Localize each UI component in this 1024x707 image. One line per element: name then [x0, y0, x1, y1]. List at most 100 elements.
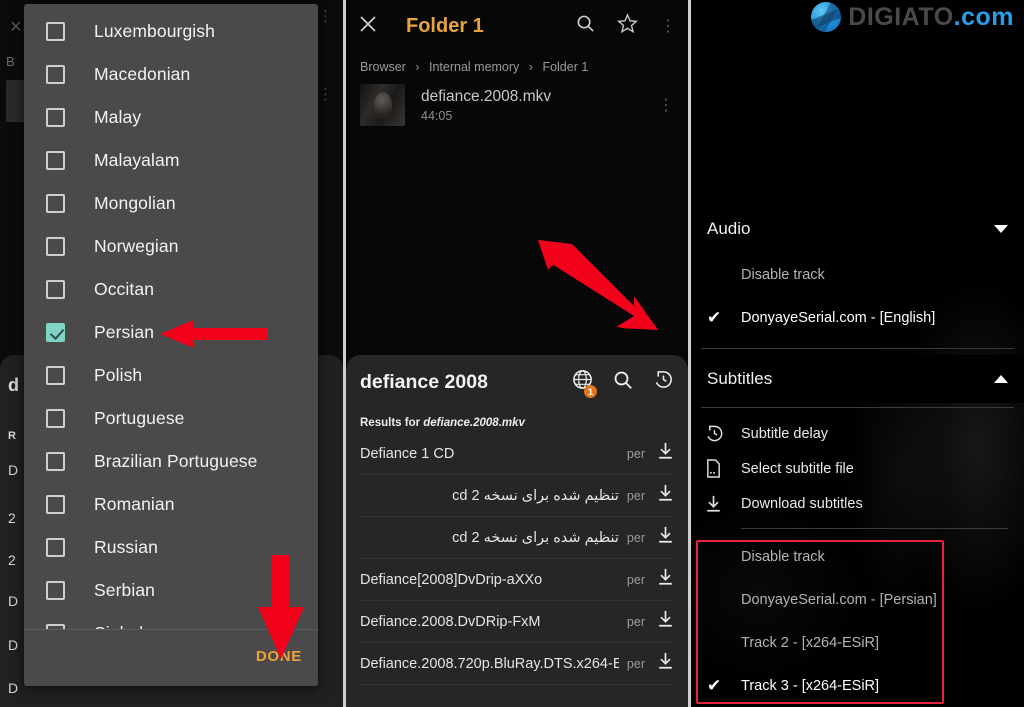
subtitles-menu-label: Download subtitles: [741, 495, 863, 512]
audio-section-header[interactable]: Audio: [691, 205, 1024, 253]
subtitles-menu-item[interactable]: Select subtitle file: [691, 451, 1024, 486]
history-icon[interactable]: [653, 369, 674, 395]
results-for-prefix: Results for: [360, 417, 424, 429]
subtitle-track-row[interactable]: Track 2 - [x264-ESiR]: [691, 621, 1024, 664]
language-checkbox[interactable]: [46, 108, 65, 127]
file-meta: defiance.2008.mkv 44:05: [421, 88, 658, 123]
language-row[interactable]: Luxembourgish: [24, 10, 318, 53]
search-icon[interactable]: [613, 370, 633, 395]
subtitle-result-language: per: [626, 572, 645, 587]
file-name: defiance.2008.mkv: [421, 87, 552, 105]
language-list[interactable]: Luxembourgish Macedonian Malay Malayalam Mon…: [24, 4, 318, 629]
download-icon[interactable]: [657, 652, 674, 675]
chevron-down-icon[interactable]: [994, 225, 1008, 233]
language-row[interactable]: Norwegian: [24, 225, 318, 268]
red-arrow-download-annotation: [538, 240, 658, 330]
globe-icon[interactable]: 1: [572, 369, 597, 398]
language-label: Luxembourgish: [94, 21, 215, 41]
subtitles-top-divider: [701, 407, 1014, 408]
track-check-icon: ✔: [707, 307, 722, 327]
language-checkbox[interactable]: [46, 280, 65, 299]
subtitle-result-name: تنظیم شده برای نسخه 2 cd: [452, 529, 619, 546]
subtitle-track-row[interactable]: ✔ Track 3 - [x264-ESiR]: [691, 664, 1024, 707]
audio-track-label: DonyayeSerial.com - [English]: [741, 309, 936, 326]
language-row[interactable]: Polish: [24, 354, 318, 397]
download-icon[interactable]: [657, 568, 674, 591]
language-row[interactable]: Romanian: [24, 483, 318, 526]
subtitle-result-name: Defiance.2008.720p.BluRay.DTS.x264-ESiR: [360, 655, 619, 672]
language-row[interactable]: Macedonian: [24, 53, 318, 96]
subtitle-track-label: Track 3 - [x264-ESiR]: [741, 677, 880, 694]
language-checkbox[interactable]: [46, 237, 65, 256]
language-label: Portuguese: [94, 408, 185, 428]
subtitle-result-row[interactable]: Defiance 1 CD per: [360, 433, 674, 475]
language-checkbox[interactable]: [46, 323, 65, 342]
download-icon[interactable]: [657, 610, 674, 633]
subtitle-track-row[interactable]: DonyayeSerial.com - [Persian]: [691, 578, 1024, 621]
language-checkbox[interactable]: [46, 495, 65, 514]
language-checkbox[interactable]: [46, 409, 65, 428]
subtitles-section-title: Subtitles: [707, 369, 773, 388]
subtitle-track-row[interactable]: Disable track: [691, 535, 1024, 578]
audio-track-row[interactable]: Disable track: [691, 253, 1024, 296]
star-icon[interactable]: [616, 13, 639, 39]
subtitle-result-row[interactable]: تنظیم شده برای نسخه 2 cd per: [360, 517, 674, 559]
language-row[interactable]: Mongolian: [24, 182, 318, 225]
subtitle-result-row[interactable]: Defiance.2008.DvDRip-FxM per: [360, 601, 674, 643]
language-checkbox[interactable]: [46, 452, 65, 471]
subtitle-search-title: defiance 2008: [360, 370, 488, 393]
subtitles-menu-item[interactable]: Subtitle delay: [691, 416, 1024, 451]
subtitle-result-row[interactable]: تنظیم شده برای نسخه 2 cd per: [360, 475, 674, 517]
audio-track-label: Disable track: [741, 266, 825, 283]
breadcrumb-item-1[interactable]: Internal memory: [429, 60, 519, 74]
language-checkbox[interactable]: [46, 581, 65, 600]
breadcrumb-item-2[interactable]: Folder 1: [542, 60, 588, 74]
subtitle-track-list: Disable track DonyayeSerial.com - [Persia…: [691, 529, 1024, 707]
language-label: Malayalam: [94, 150, 180, 170]
language-checkbox[interactable]: [46, 22, 65, 41]
subtitles-menu-label: Select subtitle file: [741, 460, 854, 477]
audio-track-row[interactable]: ✔ DonyayeSerial.com - [English]: [691, 296, 1024, 339]
red-arrow-done-annotation: [258, 555, 304, 659]
subtitle-result-language: per: [626, 488, 645, 503]
subtitle-track-label: DonyayeSerial.com - [Persian]: [741, 591, 937, 608]
close-icon[interactable]: [358, 14, 378, 39]
language-label: Persian: [94, 322, 155, 342]
language-label: Macedonian: [94, 64, 191, 84]
bg-sheet-row-3: 2: [8, 552, 16, 568]
file-list-item[interactable]: defiance.2008.mkv 44:05 ⋮: [346, 74, 688, 126]
left-pane: × B ⋮ ⋮ d R D 2 2 D D D Luxembourgish Mac…: [0, 0, 343, 707]
download-icon[interactable]: [657, 526, 674, 549]
bg-sheet-results: R: [8, 430, 16, 442]
pane-divider-left: [343, 0, 346, 707]
bg-sheet-row-4: D: [8, 593, 19, 609]
subtitle-result-name: Defiance.2008.DvDRip-FxM: [360, 613, 541, 630]
background-kebab-icon-top: ⋮: [318, 8, 333, 25]
file-kebab-menu-icon[interactable]: ⋮: [658, 97, 674, 113]
language-row[interactable]: Malay: [24, 96, 318, 139]
search-icon[interactable]: [576, 14, 595, 38]
language-row[interactable]: Brazilian Portuguese: [24, 440, 318, 483]
bg-sheet-title: d: [8, 375, 19, 395]
language-checkbox[interactable]: [46, 194, 65, 213]
language-row[interactable]: Portuguese: [24, 397, 318, 440]
language-count-badge: 1: [584, 385, 597, 398]
subtitle-result-row[interactable]: Defiance[2008]DvDrip-aXXo per: [360, 559, 674, 601]
subtitles-menu-item[interactable]: Download subtitles: [691, 486, 1024, 521]
chevron-up-icon[interactable]: [994, 375, 1008, 383]
language-row[interactable]: Malayalam: [24, 139, 318, 182]
subtitle-result-row[interactable]: Defiance.2008.720p.BluRay.DTS.x264-ESiR p…: [360, 643, 674, 685]
language-row[interactable]: Occitan: [24, 268, 318, 311]
download-icon[interactable]: [657, 484, 674, 507]
browser-appbar: Folder 1 ⋮: [346, 0, 688, 52]
language-checkbox[interactable]: [46, 151, 65, 170]
file-duration: 44:05: [421, 108, 453, 123]
audio-section: Audio Disable track ✔ DonyayeSerial.com - …: [691, 205, 1024, 349]
kebab-menu-icon[interactable]: ⋮: [660, 18, 676, 34]
language-checkbox[interactable]: [46, 366, 65, 385]
language-checkbox[interactable]: [46, 65, 65, 84]
download-icon[interactable]: [657, 442, 674, 465]
language-checkbox[interactable]: [46, 538, 65, 557]
breadcrumb-item-0[interactable]: Browser: [360, 60, 406, 74]
subtitles-section-header[interactable]: Subtitles: [691, 355, 1024, 403]
